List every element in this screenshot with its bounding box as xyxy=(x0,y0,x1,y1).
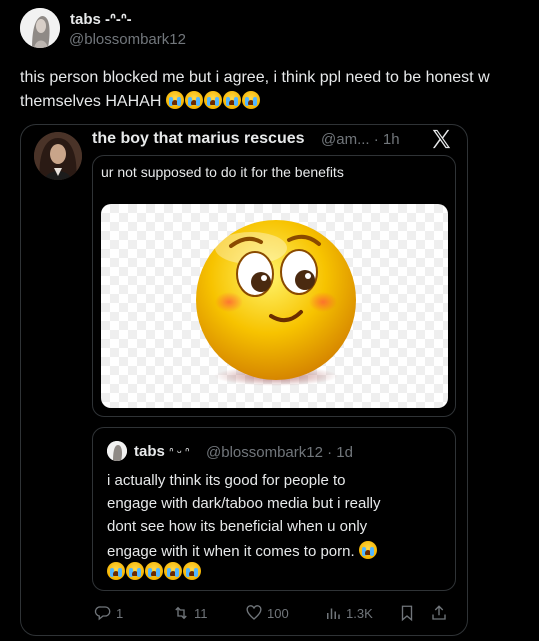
loudly-crying-emoji-icon xyxy=(165,91,184,109)
reply-icon xyxy=(94,606,111,621)
author-name[interactable]: tabs -ᐢ-ᐢ- xyxy=(70,10,132,28)
quoted-author-avatar[interactable] xyxy=(34,132,82,180)
reply-button[interactable]: 1 xyxy=(94,601,123,625)
flushed-smiley-emoji-icon xyxy=(196,220,356,386)
repost-icon xyxy=(175,606,187,620)
like-count: 100 xyxy=(267,605,289,621)
loudly-crying-emoji-icon xyxy=(203,91,222,109)
nested-text-line: engage with dark/taboo media but i reall… xyxy=(107,495,381,512)
repost-count: 11 xyxy=(194,605,208,621)
action-bar: 1 11 100 1.3K xyxy=(0,601,539,625)
nested-text-line: dont see how its beneficial when u only xyxy=(107,518,368,535)
nested-emoji-row xyxy=(107,562,202,581)
nested-author-name[interactable]: tabs ᐢ ᵕ ᐢ xyxy=(134,443,190,460)
loudly-crying-emoji-icon xyxy=(222,91,241,109)
x-logo-icon[interactable] xyxy=(430,128,452,150)
loudly-crying-emoji-icon xyxy=(183,562,201,580)
loudly-crying-emoji-icon xyxy=(145,562,163,580)
loudly-crying-emoji-icon xyxy=(241,91,260,109)
post-text: this person blocked me but i agree, i th… xyxy=(20,66,539,114)
nested-text-line: engage with it when it comes to porn. xyxy=(107,541,378,560)
like-button[interactable]: 100 xyxy=(245,601,289,625)
bookmark-button[interactable] xyxy=(398,601,416,625)
nested-author-decoration: ᐢ ᵕ ᐢ xyxy=(169,445,190,459)
post-text-line: this person blocked me but i agree, i th… xyxy=(20,69,490,86)
nested-author-avatar[interactable] xyxy=(107,441,127,461)
author-handle[interactable]: @blossombark12 xyxy=(69,31,186,48)
author-avatar[interactable] xyxy=(20,8,60,48)
quoted-author-name[interactable]: the boy that marius rescues xyxy=(92,130,305,148)
nested-author-handle[interactable]: @blossombark12 · 1d xyxy=(206,444,353,461)
loudly-crying-emoji-icon xyxy=(164,562,182,580)
views-count: 1.3K xyxy=(346,605,373,621)
bookmark-icon xyxy=(401,605,413,622)
loudly-crying-emoji-icon xyxy=(126,562,144,580)
post-text-line-two: themselves HAHAH xyxy=(20,93,162,110)
nested-text-line-four: engage with it when it comes to porn. xyxy=(107,543,355,560)
repost-button[interactable]: 11 xyxy=(172,601,208,625)
nested-author-name-text: tabs xyxy=(134,443,165,460)
inner-quote-text: ur not supposed to do it for the benefit… xyxy=(101,164,344,180)
share-icon xyxy=(432,605,446,620)
quoted-author-handle[interactable]: @am... · 1h xyxy=(321,131,400,148)
heart-icon xyxy=(246,605,262,620)
views-chart-icon xyxy=(327,608,340,619)
nested-text-line: i actually think its good for people to xyxy=(107,472,346,489)
loudly-crying-emoji-icon xyxy=(107,562,125,580)
reply-count: 1 xyxy=(116,605,124,621)
share-button[interactable] xyxy=(430,601,448,625)
views-button[interactable]: 1.3K xyxy=(324,601,373,625)
loudly-crying-emoji-icon xyxy=(184,91,203,109)
post-text-line: themselves HAHAH xyxy=(20,90,539,114)
media-image[interactable] xyxy=(101,204,448,408)
loudly-crying-emoji-icon xyxy=(358,541,377,559)
